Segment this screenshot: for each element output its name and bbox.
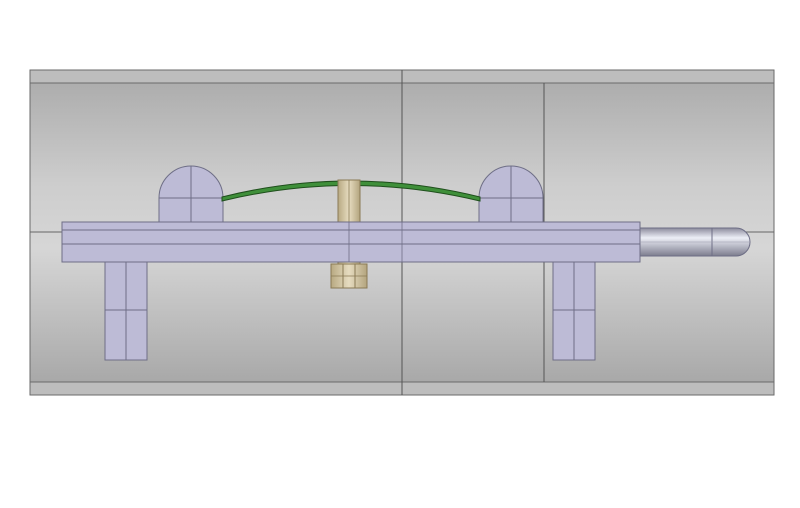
rounded-post-left — [158, 165, 224, 225]
support-leg-left — [104, 261, 148, 361]
rounded-rod — [639, 227, 751, 257]
rounded-post-right — [478, 165, 544, 225]
hex-nut — [330, 263, 368, 289]
support-leg-right — [552, 261, 596, 361]
cad-viewport — [29, 69, 775, 396]
base-rail — [61, 221, 641, 263]
